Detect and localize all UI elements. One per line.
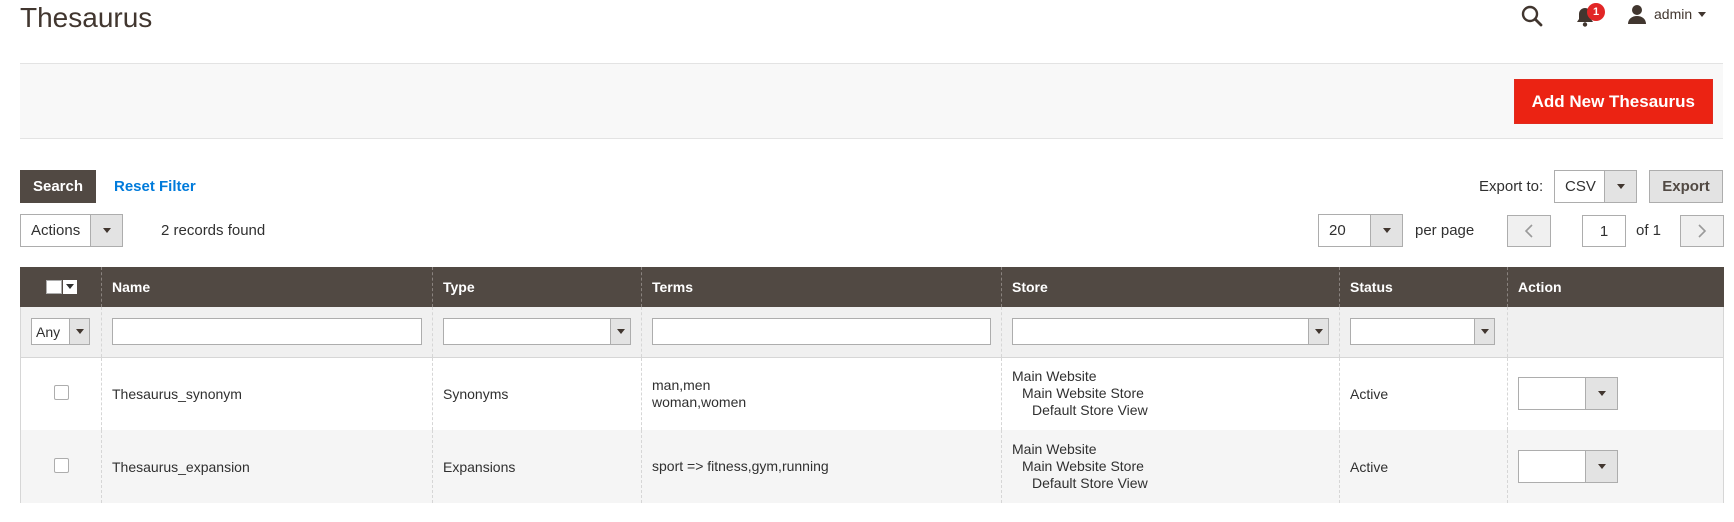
row-checkbox[interactable] bbox=[53, 457, 69, 473]
action-filter-cell bbox=[1507, 307, 1724, 358]
previous-page-button[interactable] bbox=[1507, 215, 1551, 247]
chevron-down-icon bbox=[1585, 451, 1617, 482]
store-website: Main Website bbox=[1012, 441, 1097, 457]
records-found-count: 2 records found bbox=[161, 222, 266, 239]
mass-select-control[interactable] bbox=[45, 278, 77, 296]
chevron-down-icon[interactable] bbox=[62, 279, 77, 294]
column-header-store[interactable]: Store bbox=[1001, 267, 1340, 307]
export-button[interactable]: Export bbox=[1649, 170, 1723, 203]
term-line: man,men bbox=[652, 376, 711, 393]
admin-username: admin bbox=[1654, 6, 1693, 22]
chevron-down-icon bbox=[1585, 378, 1617, 410]
column-header-action: Action bbox=[1507, 267, 1724, 307]
row-store: Main Website Main Website Store Default … bbox=[1001, 357, 1340, 430]
name-filter-input[interactable] bbox=[112, 318, 422, 346]
total-pages-label: of 1 bbox=[1636, 222, 1662, 239]
table-row[interactable]: Thesaurus_synonym Synonyms man,men woman… bbox=[20, 357, 1724, 430]
row-name: Thesaurus_expansion bbox=[101, 430, 433, 503]
row-name: Thesaurus_synonym bbox=[101, 357, 433, 430]
store-view: Default Store View bbox=[1032, 402, 1148, 419]
chevron-down-icon bbox=[1370, 215, 1402, 246]
terms-filter-input[interactable] bbox=[652, 318, 991, 346]
page-title: Thesaurus bbox=[20, 2, 153, 33]
row-store: Main Website Main Website Store Default … bbox=[1001, 430, 1340, 503]
row-type: Expansions bbox=[432, 430, 642, 503]
row-action-select[interactable] bbox=[1518, 450, 1618, 483]
store-website: Main Website bbox=[1012, 368, 1097, 385]
current-page-input[interactable] bbox=[1582, 215, 1626, 247]
chevron-down-icon bbox=[610, 319, 630, 345]
store-filter-select[interactable] bbox=[1012, 318, 1329, 346]
next-page-button[interactable] bbox=[1680, 215, 1724, 247]
thesaurus-grid: Name Type Terms Store Status Action Any bbox=[20, 267, 1724, 503]
row-terms: man,men woman,women bbox=[641, 357, 1002, 430]
per-page-select[interactable]: 20 bbox=[1318, 214, 1403, 247]
status-filter-select[interactable] bbox=[1350, 318, 1495, 346]
export-format-select[interactable]: CSV bbox=[1554, 170, 1637, 203]
row-action-select[interactable] bbox=[1518, 377, 1618, 411]
column-header-name[interactable]: Name bbox=[101, 267, 433, 307]
column-header-status[interactable]: Status bbox=[1339, 267, 1508, 307]
row-type: Synonyms bbox=[432, 357, 642, 430]
chevron-down-icon bbox=[1604, 171, 1636, 202]
per-page-value: 20 bbox=[1329, 222, 1346, 239]
chevron-down-icon bbox=[90, 215, 122, 246]
admin-user-menu[interactable]: admin bbox=[1628, 2, 1707, 26]
mass-select-filter[interactable]: Any bbox=[31, 318, 90, 346]
filter-row: Any bbox=[20, 307, 1724, 358]
mass-select-header[interactable] bbox=[20, 267, 102, 307]
notification-count-badge[interactable]: 1 bbox=[1587, 3, 1605, 21]
per-page-label: per page bbox=[1415, 222, 1475, 239]
reset-filter-link[interactable]: Reset Filter bbox=[114, 178, 196, 195]
row-terms: sport => fitness,gym,running bbox=[641, 430, 1002, 503]
select-all-checkbox[interactable] bbox=[45, 279, 62, 294]
add-new-thesaurus-button[interactable]: Add New Thesaurus bbox=[1513, 79, 1713, 124]
search-button[interactable]: Search bbox=[20, 170, 96, 203]
search-icon[interactable] bbox=[1520, 4, 1544, 28]
row-checkbox[interactable] bbox=[53, 384, 69, 400]
mass-select-filter-value: Any bbox=[36, 323, 61, 340]
term-line: woman,women bbox=[652, 393, 747, 410]
chevron-down-icon bbox=[69, 319, 89, 345]
chevron-right-icon bbox=[1698, 224, 1707, 238]
column-header-type[interactable]: Type bbox=[432, 267, 642, 307]
type-filter-select[interactable] bbox=[443, 318, 631, 346]
store-group: Main Website Store bbox=[1022, 385, 1144, 402]
chevron-down-icon bbox=[1698, 11, 1707, 17]
mass-actions-select[interactable]: Actions bbox=[20, 214, 123, 247]
user-icon bbox=[1628, 5, 1646, 24]
term-line: sport => fitness,gym,running bbox=[652, 458, 829, 474]
store-view: Default Store View bbox=[1032, 475, 1148, 491]
export-format-value: CSV bbox=[1565, 178, 1596, 195]
chevron-down-icon bbox=[1308, 319, 1328, 345]
table-header-row: Name Type Terms Store Status Action bbox=[20, 267, 1724, 307]
store-group: Main Website Store bbox=[1022, 458, 1144, 474]
chevron-left-icon bbox=[1524, 224, 1533, 238]
row-status: Active bbox=[1339, 357, 1508, 430]
column-header-terms[interactable]: Terms bbox=[641, 267, 1002, 307]
mass-actions-label: Actions bbox=[31, 222, 81, 239]
table-row[interactable]: Thesaurus_expansion Expansions sport => … bbox=[20, 430, 1724, 503]
export-to-label: Export to: bbox=[1479, 178, 1544, 195]
page-actions-bar: Add New Thesaurus bbox=[20, 64, 1723, 139]
chevron-down-icon bbox=[1474, 319, 1494, 345]
row-status: Active bbox=[1339, 430, 1508, 503]
